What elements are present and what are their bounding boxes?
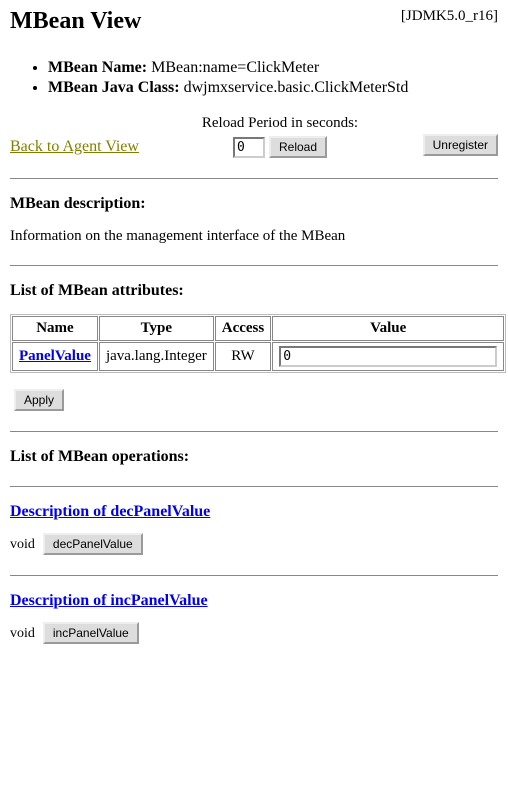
op-description-link[interactable]: Description of incPanelValue	[10, 592, 208, 609]
op-invoke-button[interactable]: decPanelValue	[43, 533, 143, 555]
attr-access: RW	[215, 342, 271, 371]
mbean-class-value: dwjmxservice.basic.ClickMeterStd	[184, 79, 409, 96]
mbean-name-value: MBean:name=ClickMeter	[151, 59, 319, 76]
divider	[10, 575, 498, 576]
divider	[10, 178, 498, 179]
col-value: Value	[272, 316, 504, 341]
description-text: Information on the management interface …	[10, 228, 498, 245]
divider	[10, 265, 498, 266]
col-name: Name	[12, 316, 98, 341]
mbean-info-list: MBean Name: MBean:name=ClickMeter MBean …	[10, 59, 498, 97]
mbean-class-label: MBean Java Class:	[48, 79, 180, 96]
apply-button[interactable]: Apply	[14, 389, 64, 411]
back-to-agent-link[interactable]: Back to Agent View	[10, 138, 139, 155]
op-return-type: void	[10, 626, 35, 641]
mbean-class-item: MBean Java Class: dwjmxservice.basic.Cli…	[48, 79, 498, 97]
mbean-name-item: MBean Name: MBean:name=ClickMeter	[48, 59, 498, 77]
description-heading: MBean description:	[10, 195, 498, 213]
attr-type: java.lang.Integer	[99, 342, 214, 371]
attributes-table: Name Type Access Value PanelValue java.l…	[10, 314, 506, 373]
attributes-heading: List of MBean attributes:	[10, 282, 498, 300]
unregister-button[interactable]: Unregister	[423, 134, 498, 156]
table-header-row: Name Type Access Value	[12, 316, 504, 341]
operation-block: Description of incPanelValue void incPan…	[10, 592, 498, 644]
table-row: PanelValue java.lang.Integer RW	[12, 342, 504, 371]
col-access: Access	[215, 316, 271, 341]
reload-period-label: Reload Period in seconds:	[190, 115, 370, 132]
divider	[10, 486, 498, 487]
divider	[10, 431, 498, 432]
operations-heading: List of MBean operations:	[10, 448, 498, 466]
version-label: [JDMK5.0_r16]	[401, 8, 498, 25]
op-description-link[interactable]: Description of decPanelValue	[10, 503, 210, 520]
col-type: Type	[99, 316, 214, 341]
attr-value-input[interactable]	[279, 346, 497, 367]
attr-name-link[interactable]: PanelValue	[19, 348, 91, 364]
page-title: MBean View	[10, 8, 141, 35]
mbean-name-label: MBean Name:	[48, 59, 147, 76]
reload-period-input[interactable]	[233, 137, 265, 158]
operation-block: Description of decPanelValue void decPan…	[10, 503, 498, 555]
op-return-type: void	[10, 537, 35, 552]
reload-button[interactable]: Reload	[269, 136, 327, 158]
op-invoke-button[interactable]: incPanelValue	[43, 622, 139, 644]
